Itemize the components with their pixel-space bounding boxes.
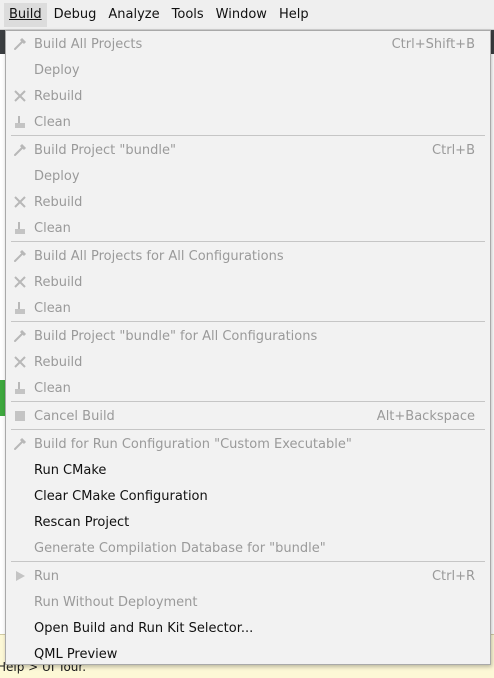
hammer-icon xyxy=(13,249,27,263)
hammer-icon xyxy=(13,437,27,451)
menu-item-build-project[interactable]: Build Project "bundle" Ctrl+B xyxy=(6,137,490,163)
menu-item-label: Open Build and Run Kit Selector... xyxy=(34,620,254,636)
clean-icon xyxy=(13,381,27,395)
menu-separator xyxy=(11,561,485,562)
clean-icon xyxy=(13,221,27,235)
menu-item-label: Run CMake xyxy=(34,462,107,478)
menubar: Build Debug Analyze Tools Window Help xyxy=(0,0,494,30)
menu-debug[interactable]: Debug xyxy=(49,3,102,27)
menu-item-deploy[interactable]: Deploy xyxy=(6,57,490,83)
menu-item-clean-project[interactable]: Clean xyxy=(6,215,490,241)
menu-item-build-all-projects[interactable]: Build All Projects Ctrl+Shift+B xyxy=(6,31,490,57)
menu-item-build-project-all-configs[interactable]: Build Project "bundle" for All Configura… xyxy=(6,323,490,349)
menu-item-shortcut: Ctrl+Shift+B xyxy=(391,36,475,52)
menu-item-label: QML Preview xyxy=(34,646,118,662)
menu-item-run-without-deployment[interactable]: Run Without Deployment xyxy=(6,589,490,615)
menu-item-label: Clean xyxy=(34,380,71,396)
menu-item-label: Rebuild xyxy=(34,274,83,290)
menu-item-label: Clean xyxy=(34,114,71,130)
menu-item-label: Deploy xyxy=(34,62,80,78)
menu-item-label: Rebuild xyxy=(34,88,83,104)
rebuild-icon xyxy=(13,89,27,103)
menu-item-label: Build All Projects for All Configuration… xyxy=(34,248,284,264)
menu-item-label: Build Project "bundle" xyxy=(34,142,176,158)
menu-item-label: Rescan Project xyxy=(34,514,130,530)
menu-separator xyxy=(11,135,485,136)
menu-item-rebuild[interactable]: Rebuild xyxy=(6,83,490,109)
menu-item-shortcut: Ctrl+B xyxy=(432,142,475,158)
menu-separator xyxy=(11,429,485,430)
rebuild-icon xyxy=(13,275,27,289)
menu-item-cancel-build[interactable]: Cancel Build Alt+Backspace xyxy=(6,403,490,429)
menu-item-qml-preview[interactable]: QML Preview xyxy=(6,641,490,667)
menu-item-rebuild-project-all-configs[interactable]: Rebuild xyxy=(6,349,490,375)
menu-separator xyxy=(11,321,485,322)
menu-item-label: Run Without Deployment xyxy=(34,594,198,610)
hammer-icon xyxy=(13,37,27,51)
menu-item-run[interactable]: Run Ctrl+R xyxy=(6,563,490,589)
menu-item-label: Build for Run Configuration "Custom Exec… xyxy=(34,436,352,452)
hammer-icon xyxy=(13,329,27,343)
menu-item-label: Run xyxy=(34,568,59,584)
build-menu-dropdown: Build All Projects Ctrl+Shift+B Deploy R… xyxy=(5,30,491,665)
menu-item-rescan-project[interactable]: Rescan Project xyxy=(6,509,490,535)
menu-item-label: Build Project "bundle" for All Configura… xyxy=(34,328,318,344)
hammer-icon xyxy=(13,143,27,157)
play-icon xyxy=(13,569,27,583)
menu-item-shortcut: Ctrl+R xyxy=(431,568,475,584)
menu-item-clean[interactable]: Clean xyxy=(6,109,490,135)
clean-icon xyxy=(13,301,27,315)
menu-analyze[interactable]: Analyze xyxy=(103,3,164,27)
rebuild-icon xyxy=(13,195,27,209)
menu-item-label: Build All Projects xyxy=(34,36,143,52)
menu-item-label: Cancel Build xyxy=(34,408,115,424)
menu-item-clean-project-all-configs[interactable]: Clean xyxy=(6,375,490,401)
menu-help[interactable]: Help xyxy=(274,3,314,27)
menu-item-label: Generate Compilation Database for "bundl… xyxy=(34,540,326,556)
menu-item-kit-selector[interactable]: Open Build and Run Kit Selector... xyxy=(6,615,490,641)
menu-window[interactable]: Window xyxy=(211,3,272,27)
menu-item-label: Rebuild xyxy=(34,354,83,370)
menu-item-build-for-run-config[interactable]: Build for Run Configuration "Custom Exec… xyxy=(6,431,490,457)
stop-icon xyxy=(13,409,27,423)
menu-item-label: Clear CMake Configuration xyxy=(34,488,208,504)
menu-item-run-cmake[interactable]: Run CMake xyxy=(6,457,490,483)
menu-build[interactable]: Build xyxy=(4,2,47,27)
menu-item-build-all-configs[interactable]: Build All Projects for All Configuration… xyxy=(6,243,490,269)
menu-item-rebuild-project[interactable]: Rebuild xyxy=(6,189,490,215)
menu-item-clear-cmake-config[interactable]: Clear CMake Configuration xyxy=(6,483,490,509)
menu-item-label: Rebuild xyxy=(34,194,83,210)
menu-separator xyxy=(11,241,485,242)
menu-item-label: Deploy xyxy=(34,168,80,184)
menu-item-rebuild-all-configs[interactable]: Rebuild xyxy=(6,269,490,295)
menu-item-generate-compilation-db[interactable]: Generate Compilation Database for "bundl… xyxy=(6,535,490,561)
menu-tools[interactable]: Tools xyxy=(167,3,209,27)
clean-icon xyxy=(13,115,27,129)
menu-separator xyxy=(11,401,485,402)
menu-item-shortcut: Alt+Backspace xyxy=(376,408,475,424)
menu-item-label: Clean xyxy=(34,300,71,316)
menu-item-deploy-project[interactable]: Deploy xyxy=(6,163,490,189)
menu-item-clean-all-configs[interactable]: Clean xyxy=(6,295,490,321)
menu-item-label: Clean xyxy=(34,220,71,236)
rebuild-icon xyxy=(13,355,27,369)
